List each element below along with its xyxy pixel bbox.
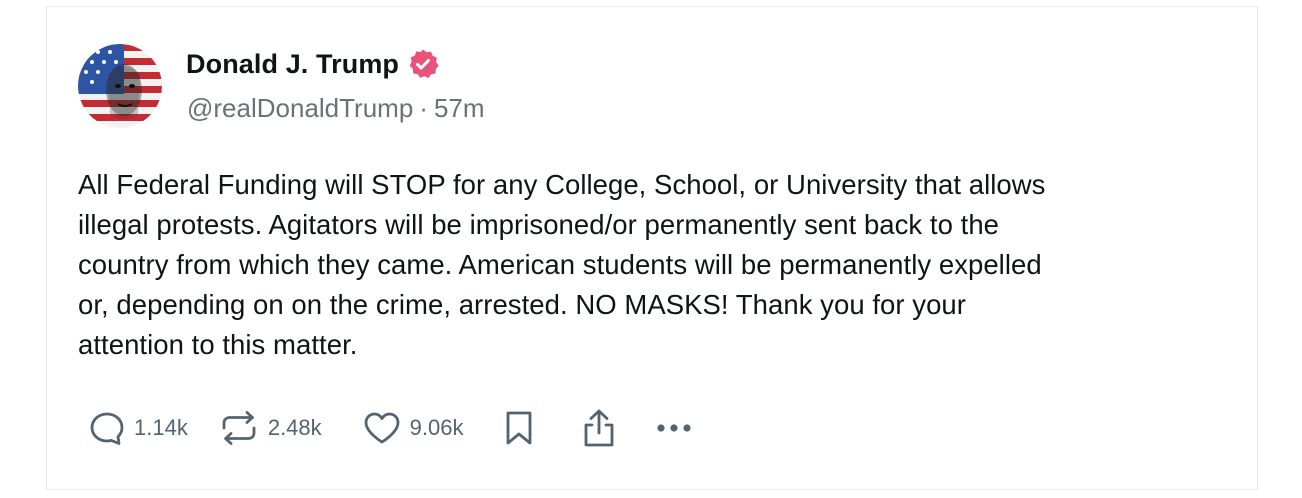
post-text-line: or, depending on on the crime, arrested.… bbox=[78, 289, 966, 320]
share-button[interactable] bbox=[581, 407, 617, 449]
meta-separator: · bbox=[419, 92, 428, 123]
author-display-name[interactable]: Donald J. Trump bbox=[186, 49, 399, 80]
post-text-line: country from which they came. American s… bbox=[78, 249, 1042, 280]
author-handle-row: @realDonaldTrump · 57m bbox=[187, 90, 485, 126]
heart-icon bbox=[364, 412, 400, 444]
avatar-image bbox=[78, 44, 162, 128]
retruth-button[interactable]: 2.48k bbox=[218, 409, 322, 447]
like-count: 9.06k bbox=[409, 415, 464, 440]
post-text-line: All Federal Funding will STOP for any Co… bbox=[78, 169, 1046, 200]
more-options-button[interactable] bbox=[655, 421, 693, 435]
reply-count: 1.14k bbox=[134, 415, 188, 440]
post-timestamp[interactable]: 57m bbox=[434, 93, 485, 124]
retruth-count: 2.48k bbox=[267, 415, 322, 440]
reply-icon bbox=[90, 412, 124, 445]
bookmark-button[interactable] bbox=[503, 408, 535, 448]
avatar[interactable] bbox=[78, 44, 162, 128]
post-action-bar: 1.14k 2.48k 9.06k bbox=[88, 404, 693, 452]
author-name-row: Donald J. Trump bbox=[186, 44, 439, 84]
more-icon bbox=[657, 424, 692, 432]
post-text-line: attention to this matter. bbox=[78, 329, 358, 360]
verified-badge-icon bbox=[409, 49, 439, 78]
author-handle[interactable]: @realDonaldTrump bbox=[187, 93, 413, 124]
retruth-icon bbox=[222, 411, 256, 445]
bookmark-icon bbox=[507, 411, 532, 445]
reply-button[interactable]: 1.14k bbox=[88, 409, 188, 447]
like-button[interactable]: 9.06k bbox=[362, 409, 464, 447]
post-text-line: illegal protests. Agitators will be impr… bbox=[78, 209, 1000, 240]
share-icon bbox=[585, 409, 614, 447]
post-body: All Federal Funding will STOP for any Co… bbox=[78, 165, 1228, 365]
